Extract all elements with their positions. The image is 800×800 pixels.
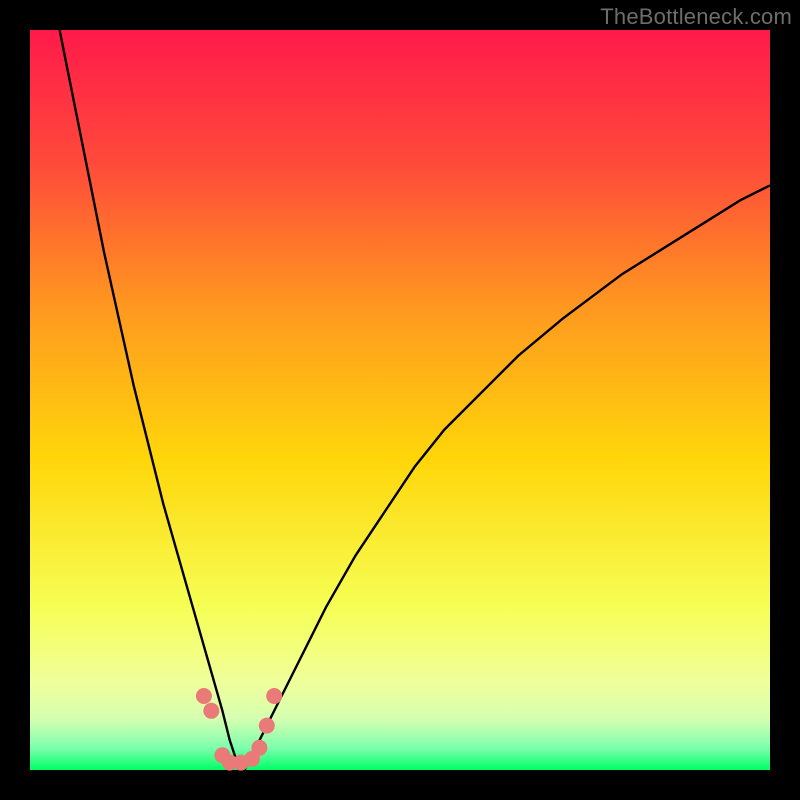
- series-right-curve: [245, 185, 770, 770]
- chart-canvas: [30, 30, 770, 770]
- sample-marker: [266, 688, 282, 704]
- sample-marker: [203, 703, 219, 719]
- watermark-text: TheBottleneck.com: [600, 4, 792, 30]
- series-left-curve: [60, 30, 245, 770]
- sample-marker: [196, 688, 212, 704]
- sample-marker: [259, 718, 275, 734]
- sample-markers: [196, 688, 282, 771]
- sample-marker: [251, 740, 267, 756]
- plot-frame: [30, 30, 770, 770]
